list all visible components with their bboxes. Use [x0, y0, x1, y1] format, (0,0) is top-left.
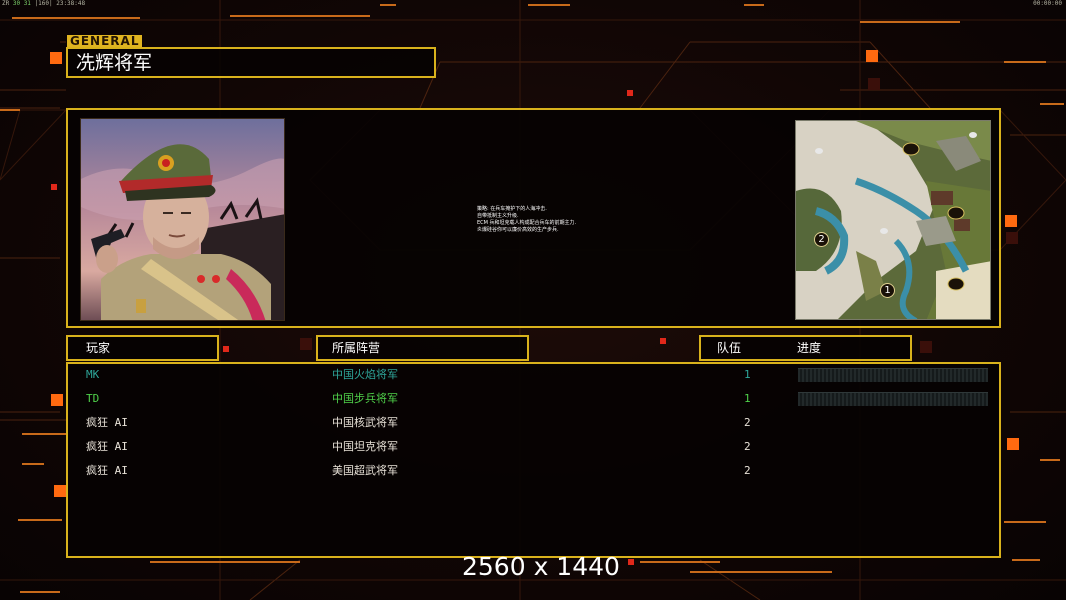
player-row[interactable]: 疯狂 AI 中国核武将军 2	[68, 412, 999, 434]
player-team: 1	[744, 392, 751, 405]
player-faction: 中国坦克将军	[332, 440, 398, 453]
player-team: 2	[744, 440, 751, 453]
player-row[interactable]: MK 中国火焰将军 1	[68, 364, 999, 386]
loading-progress-bar	[798, 392, 988, 406]
player-team: 2	[744, 464, 751, 477]
description-line: ECM 兵和坦克载人构成配合兵车的前期主力.	[477, 220, 577, 226]
player-name: 疯狂 AI	[86, 464, 128, 477]
description-line: 策略: 在兵车掩护下的人海冲击.	[477, 206, 547, 212]
fps-counter: 30 31	[12, 0, 31, 7]
header-player-label: 玩家	[86, 341, 111, 355]
player-faction: 美国超武将军	[332, 464, 398, 477]
general-description: 策略: 在兵车掩护下的人海冲击. 自带抵制主义升级. ECM 兵和坦克载人构成配…	[477, 206, 697, 234]
column-header-faction: 所属阵营	[316, 335, 529, 361]
player-name: TD	[86, 392, 100, 405]
player-row[interactable]: TD 中国步兵将军 1	[68, 388, 999, 410]
description-line: 自带抵制主义升级.	[477, 213, 519, 219]
resolution-watermark: 2560 x 1440	[462, 552, 620, 581]
general-info-panel: 策略: 在兵车掩护下的人海冲击. 自带抵制主义升级. ECM 兵和坦克载人构成配…	[66, 108, 1001, 328]
column-header-player: 玩家	[66, 335, 219, 361]
player-team: 1	[744, 368, 751, 381]
header-progress-label: 进度	[797, 341, 822, 355]
player-faction: 中国步兵将军	[332, 392, 398, 405]
map-preview: 2 1	[795, 120, 991, 320]
player-name: MK	[86, 368, 100, 381]
player-team: 2	[744, 416, 751, 429]
player-name: 疯狂 AI	[86, 416, 128, 429]
header-team-label: 队伍	[717, 341, 742, 355]
system-prefix: ZR	[2, 0, 10, 7]
general-portrait	[80, 118, 285, 321]
player-faction: 中国核武将军	[332, 416, 398, 429]
header-faction-label: 所属阵营	[332, 341, 381, 355]
start-marker-1: 1	[880, 283, 895, 298]
player-row[interactable]: 疯狂 AI 中国坦克将军 2	[68, 436, 999, 458]
player-faction: 中国火焰将军	[332, 368, 398, 381]
general-name-box: 冼辉将军	[66, 47, 436, 78]
start-marker-2: 2	[814, 232, 829, 247]
system-status-bar: ZR 30 31 |160| 23:38:48	[2, 0, 85, 8]
general-name: 冼辉将军	[76, 52, 153, 74]
game-timer: 00:00:00	[1033, 0, 1062, 7]
system-info: |160| 23:38:48	[34, 0, 86, 7]
column-header-team-progress: 队伍 进度	[699, 335, 912, 361]
loading-progress-bar	[798, 368, 988, 382]
player-row[interactable]: 疯狂 AI 美国超武将军 2	[68, 460, 999, 482]
player-name: 疯狂 AI	[86, 440, 128, 453]
player-list: MK 中国火焰将军 1 TD 中国步兵将军 1 疯狂 AI 中国核武将军 2 疯…	[66, 362, 1001, 558]
description-line: 炎爆硅谷你可以廉价高效的生产步兵.	[477, 227, 559, 233]
